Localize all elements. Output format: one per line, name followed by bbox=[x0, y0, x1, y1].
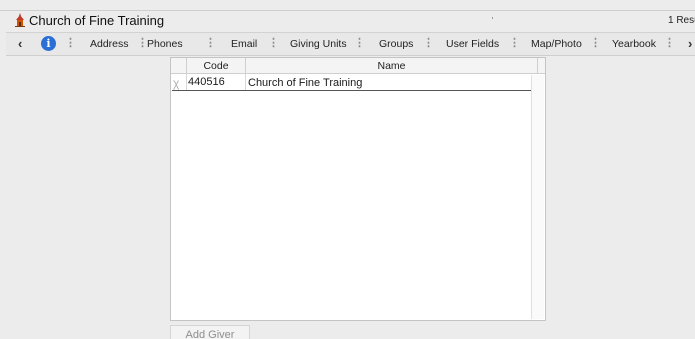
row-marker-icon: χ bbox=[173, 76, 180, 90]
cell-code[interactable]: 440516 bbox=[188, 76, 225, 88]
tab-user-fields[interactable]: User Fields bbox=[446, 33, 499, 55]
table-row[interactable]: χ 440516 Church of Fine Training bbox=[172, 75, 533, 91]
tab-map-photo[interactable]: Map/Photo bbox=[531, 33, 582, 55]
tab-yearbook[interactable]: Yearbook bbox=[612, 33, 656, 55]
title-bar: Church of Fine Training 1 Resu bbox=[0, 10, 695, 31]
row-marker-header bbox=[171, 58, 186, 74]
cell-name[interactable]: Church of Fine Training bbox=[248, 77, 362, 89]
tab-address[interactable]: Address bbox=[90, 33, 129, 55]
record-title: Church of Fine Training bbox=[29, 13, 165, 28]
tab-separator: ⋮ bbox=[268, 37, 279, 49]
tab-phones[interactable]: Phones bbox=[147, 33, 183, 55]
next-tab-arrow[interactable]: › bbox=[688, 33, 692, 55]
tab-email[interactable]: Email bbox=[231, 33, 257, 55]
tab-separator: ⋮ bbox=[664, 37, 675, 49]
divider bbox=[492, 17, 493, 19]
giving-units-table: Code Name χ 440516 Church of Fine Traini… bbox=[170, 57, 546, 321]
tab-separator: ⋮ bbox=[354, 37, 365, 49]
tab-separator: ⋮ bbox=[65, 37, 76, 49]
tab-separator: ⋮ bbox=[509, 37, 520, 49]
column-header-filler bbox=[537, 58, 545, 74]
vertical-scrollbar[interactable] bbox=[531, 75, 544, 319]
tab-groups[interactable]: Groups bbox=[379, 33, 413, 55]
app-window: Church of Fine Training 1 Resu ‹ i ⋮ Add… bbox=[0, 0, 695, 339]
add-giver-button[interactable]: Add Giver bbox=[170, 325, 250, 339]
tab-separator: ⋮ bbox=[423, 37, 434, 49]
church-icon bbox=[15, 13, 25, 27]
tab-separator: ⋮ bbox=[205, 37, 216, 49]
tab-giving-units[interactable]: Giving Units bbox=[290, 33, 347, 55]
tab-separator: ⋮ bbox=[590, 37, 601, 49]
info-icon[interactable]: i bbox=[41, 36, 56, 51]
tab-bar: ‹ i ⋮ Address ⋮ Phones ⋮ Email ⋮ Giving … bbox=[6, 32, 695, 56]
column-header-code[interactable]: Code bbox=[186, 58, 245, 74]
column-header-name[interactable]: Name bbox=[245, 58, 537, 74]
results-count: 1 Resu bbox=[668, 15, 695, 26]
previous-tab-arrow[interactable]: ‹ bbox=[18, 33, 22, 55]
